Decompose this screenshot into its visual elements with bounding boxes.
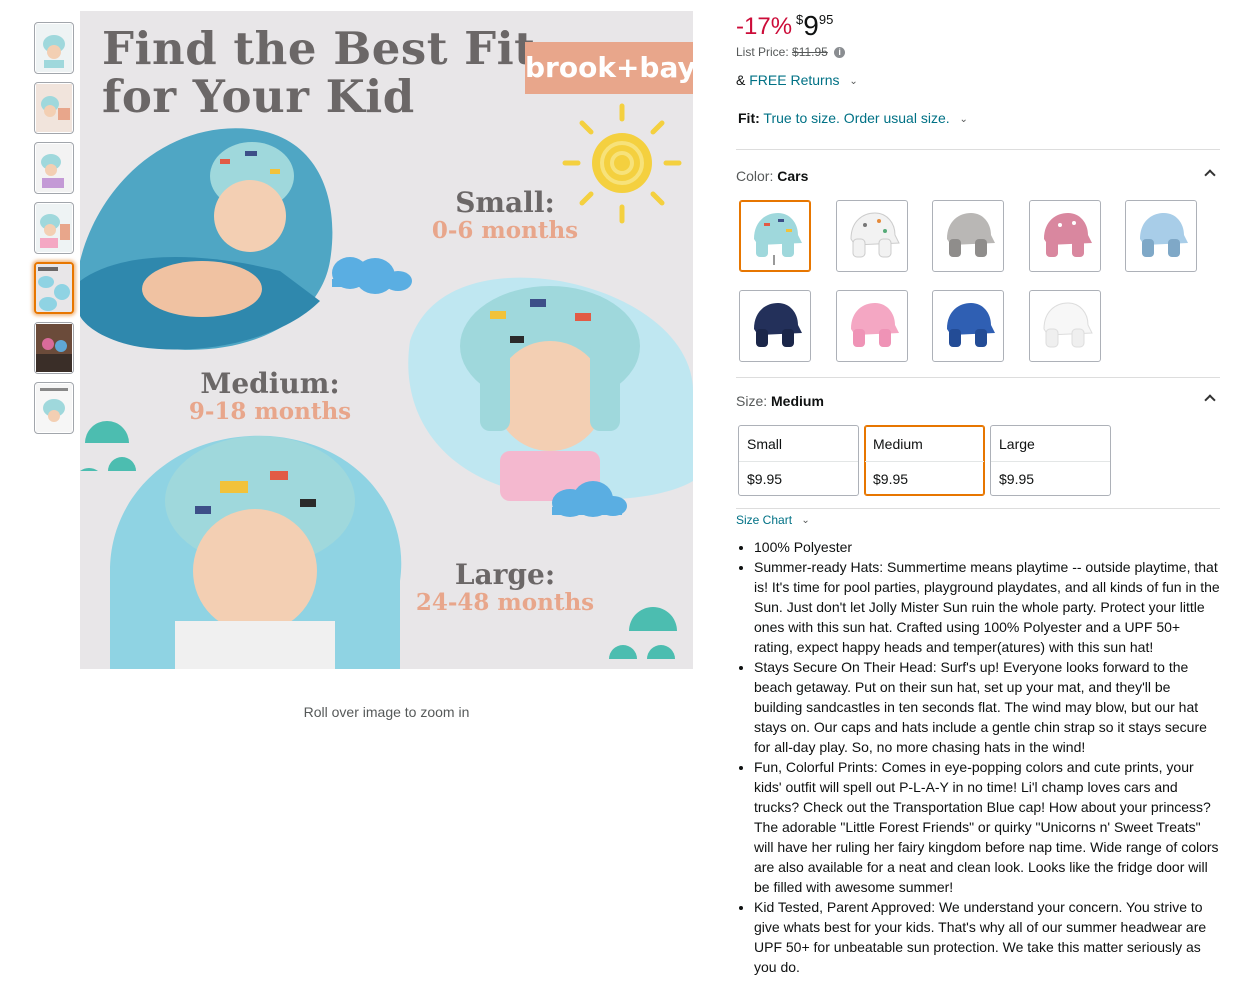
list-price-label: List Price: bbox=[736, 45, 789, 59]
size-option-price: $9.95 bbox=[999, 471, 1035, 487]
thumbnail-1[interactable] bbox=[34, 22, 74, 74]
divider bbox=[991, 461, 1110, 462]
size-name: Large: bbox=[454, 558, 556, 591]
image-title-line-1: Find the Best Fit bbox=[102, 22, 536, 75]
discount-percent: -17% bbox=[736, 13, 793, 40]
divider bbox=[736, 377, 1220, 378]
feature-bullets: 100% Polyester Summer-ready Hats: Summer… bbox=[754, 537, 1220, 977]
fit-recommendation: Fit: True to size. Order usual size. ⌄ bbox=[738, 110, 968, 126]
divider bbox=[736, 149, 1220, 150]
size-label: Size: bbox=[736, 393, 768, 409]
size-range: 0-6 months bbox=[431, 217, 579, 244]
thumbnail-4[interactable] bbox=[34, 202, 74, 254]
size-range: 24-48 months bbox=[415, 589, 595, 616]
feature-bullet: Kid Tested, Parent Approved: We understa… bbox=[754, 897, 1220, 977]
free-returns: & FREE Returns ⌄ bbox=[736, 72, 858, 88]
size-selected: Medium bbox=[771, 393, 824, 409]
feature-bullet: Stays Secure On Their Head: Surf's up! E… bbox=[754, 657, 1220, 757]
size-option-medium[interactable]: Medium $9.95 bbox=[864, 425, 985, 496]
divider bbox=[865, 461, 984, 462]
color-swatch-royal-blue[interactable] bbox=[932, 290, 1004, 362]
image-title-line-2: for Your Kid bbox=[102, 70, 415, 123]
list-price-value: $11.95 bbox=[792, 45, 828, 59]
size-option-name: Large bbox=[999, 436, 1035, 452]
size-name: Medium: bbox=[200, 367, 340, 400]
chevron-up-icon[interactable] bbox=[1204, 169, 1216, 181]
thumbnail-6[interactable] bbox=[34, 322, 74, 374]
color-swatch-pink-print[interactable] bbox=[1029, 200, 1101, 272]
feature-bullet: Summer-ready Hats: Summertime means play… bbox=[754, 557, 1220, 657]
returns-prefix: & bbox=[736, 72, 746, 88]
chevron-down-icon[interactable]: ⌄ bbox=[960, 114, 968, 125]
price-currency: $ bbox=[796, 12, 804, 27]
thumbnail-2[interactable] bbox=[34, 82, 74, 134]
size-option-name: Medium bbox=[873, 436, 923, 452]
color-label: Color: bbox=[736, 168, 774, 184]
chevron-down-icon[interactable]: ⌄ bbox=[801, 515, 809, 526]
size-label-small: Small: 0-6 months bbox=[430, 188, 580, 244]
fit-label: Fit: bbox=[738, 110, 760, 126]
size-chart-label: Size Chart bbox=[736, 513, 793, 527]
chevron-down-icon[interactable]: ⌄ bbox=[849, 76, 857, 87]
color-swatch-light-blue[interactable] bbox=[1125, 200, 1197, 272]
thumbnail-strip bbox=[34, 22, 74, 442]
brand-logo: brook+bay bbox=[525, 42, 693, 94]
feature-bullet: Fun, Colorful Prints: Comes in eye-poppi… bbox=[754, 757, 1220, 897]
size-option-price: $9.95 bbox=[747, 471, 783, 487]
size-header[interactable]: Size: Medium bbox=[736, 393, 1220, 409]
thumbnail-5[interactable] bbox=[34, 262, 74, 314]
size-name: Small: bbox=[455, 186, 555, 219]
price-whole: 9 bbox=[803, 10, 819, 41]
info-icon[interactable]: i bbox=[834, 47, 846, 59]
fit-link[interactable]: True to size. Order usual size. bbox=[763, 110, 949, 126]
size-label-large: Large: 24-48 months bbox=[415, 560, 595, 616]
color-swatch-navy[interactable] bbox=[739, 290, 811, 362]
chevron-up-icon[interactable] bbox=[1204, 394, 1216, 406]
color-selected: Cars bbox=[777, 168, 809, 184]
color-swatch-pink[interactable] bbox=[836, 290, 908, 362]
thumbnail-3[interactable] bbox=[34, 142, 74, 194]
size-option-small[interactable]: Small $9.95 bbox=[738, 425, 859, 496]
image-title: Find the Best Fit for Your Kid bbox=[102, 25, 535, 121]
zoom-hint: Roll over image to zoom in bbox=[303, 704, 470, 720]
color-swatch-cars[interactable] bbox=[739, 200, 811, 272]
main-product-image[interactable]: Find the Best Fit for Your Kid brook+bay… bbox=[80, 11, 693, 669]
size-range: 9-18 months bbox=[188, 398, 352, 425]
list-price: List Price: $11.95 i bbox=[736, 45, 846, 59]
feature-bullet: 100% Polyester bbox=[754, 537, 1220, 557]
divider bbox=[739, 461, 858, 462]
divider bbox=[736, 508, 1220, 509]
color-swatch-white[interactable] bbox=[1029, 290, 1101, 362]
free-returns-link[interactable]: FREE Returns bbox=[749, 72, 839, 88]
color-swatch-dino[interactable] bbox=[836, 200, 908, 272]
size-option-large[interactable]: Large $9.95 bbox=[990, 425, 1111, 496]
size-chart-link[interactable]: Size Chart ⌄ bbox=[736, 513, 810, 527]
price-row: -17% $995 bbox=[736, 10, 833, 42]
color-swatch-grey[interactable] bbox=[932, 200, 1004, 272]
size-option-name: Small bbox=[747, 436, 783, 452]
size-label-medium: Medium: 9-18 months bbox=[180, 369, 360, 425]
size-option-price: $9.95 bbox=[873, 471, 909, 487]
price-fraction: 95 bbox=[818, 12, 834, 27]
color-header[interactable]: Color: Cars bbox=[736, 168, 1220, 184]
thumbnail-7[interactable] bbox=[34, 382, 74, 434]
